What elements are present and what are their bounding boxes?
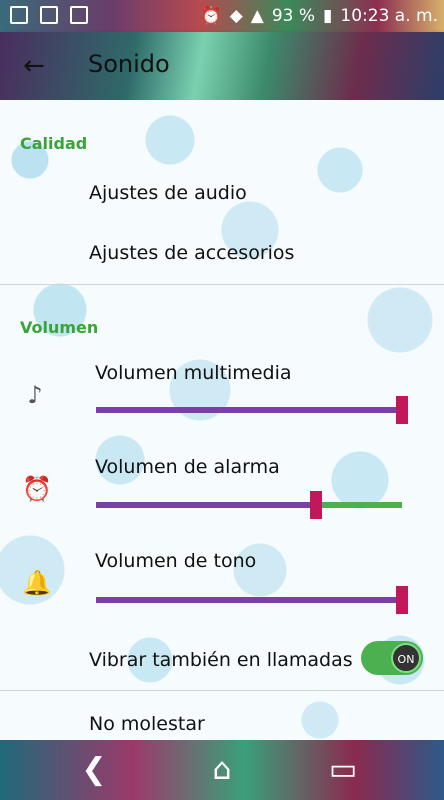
clock-time: 10:23 a. m.: [340, 6, 438, 26]
alarm-icon: ⏰: [200, 6, 222, 26]
bell-icon: 🔔: [22, 569, 52, 597]
signal-icon: ▲: [250, 6, 264, 26]
divider: [0, 690, 444, 691]
slider-fill: [96, 407, 402, 413]
setting-accessories[interactable]: Ajustes de accesorios: [89, 242, 294, 264]
slider-thumb[interactable]: [396, 396, 408, 424]
music-note-icon: ♪: [27, 381, 43, 409]
slider-label-multimedia: Volumen multimedia: [95, 362, 292, 384]
slider-label-alarm: Volumen de alarma: [95, 456, 280, 478]
system-status: ⏰ ◆ ▲ 93 % ▮ 10:23 a. m.: [201, 6, 438, 26]
slider-thumb[interactable]: [310, 491, 323, 519]
section-header-calidad: Calidad: [20, 134, 88, 153]
slider-fill: [96, 597, 402, 603]
vibrate-toggle[interactable]: ON: [361, 641, 423, 675]
arrow-back-icon[interactable]: ←: [18, 50, 50, 82]
slider-fill: [96, 502, 317, 508]
app-bar: ← Sonido: [0, 32, 444, 100]
fk-icon: [10, 6, 28, 24]
ringtone-volume-slider[interactable]: [96, 586, 408, 614]
notification-icons: [10, 6, 88, 24]
slider-label-ringtone: Volumen de tono: [95, 550, 257, 572]
multimedia-volume-slider[interactable]: [96, 396, 408, 424]
setting-dnd[interactable]: No molestar: [89, 713, 205, 735]
navigation-bar: ❮ ⌂ ▭: [0, 740, 444, 800]
settings-list[interactable]: Calidad Ajustes de audio Ajustes de acce…: [0, 100, 444, 740]
divider: [0, 284, 444, 285]
toggle-knob: ON: [391, 643, 421, 673]
vibrate-label: Vibrar también en llamadas: [89, 649, 353, 671]
slider-thumb[interactable]: [396, 586, 408, 614]
section-header-volumen: Volumen: [20, 318, 99, 337]
phone-icon: [70, 6, 88, 24]
status-bar: ⏰ ◆ ▲ 93 % ▮ 10:23 a. m.: [0, 0, 444, 32]
page-title: Sonido: [88, 50, 170, 78]
setting-audio[interactable]: Ajustes de audio: [89, 182, 247, 204]
alarm-clock-icon: ⏰: [22, 475, 52, 503]
battery-icon: ▮: [323, 6, 333, 26]
home-icon[interactable]: ⌂: [202, 752, 242, 788]
wifi-icon: ◆: [229, 6, 243, 26]
recents-icon[interactable]: ▭: [323, 752, 363, 788]
back-icon[interactable]: ❮: [74, 752, 114, 788]
battery-percent: 93 %: [271, 6, 316, 26]
image-icon: [40, 6, 58, 24]
alarm-volume-slider[interactable]: [96, 491, 402, 519]
